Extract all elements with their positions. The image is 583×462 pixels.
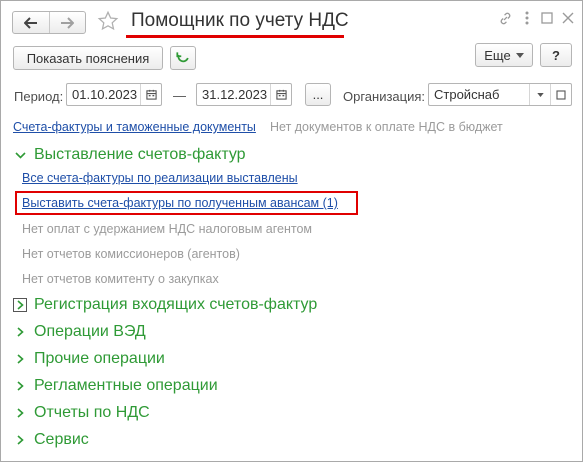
arrow-right-icon [61, 16, 75, 29]
issue-advances-link[interactable]: Выставить счета-фактуры по полученным ав… [22, 196, 338, 210]
date-from-field[interactable]: 01.10.2023 [66, 83, 162, 106]
section-other-operations[interactable]: Прочие операции [34, 350, 165, 368]
section-foreign-trade[interactable]: Операции ВЭД [34, 323, 146, 341]
chevron-right-icon[interactable] [13, 406, 27, 420]
refresh-icon [176, 52, 189, 63]
calendar-icon [275, 89, 287, 100]
calendar-button-to[interactable] [270, 84, 291, 105]
chevron-right-icon[interactable] [13, 352, 27, 366]
invoices-customs-link[interactable]: Счета-фактуры и таможенные документы [13, 120, 256, 134]
more-button[interactable]: Еще [475, 43, 533, 67]
all-issued-link[interactable]: Все счета-фактуры по реализации выставле… [22, 171, 298, 185]
chevron-right-icon[interactable] [13, 325, 27, 339]
period-label: Период: [14, 89, 64, 104]
page-title: Помощник по учету НДС [131, 10, 349, 31]
vat-assistant-window: Помощник по учету НДС Показать пояснения… [0, 0, 583, 462]
chevron-down-icon [515, 52, 524, 58]
chevron-right-icon[interactable] [13, 379, 27, 393]
organization-label: Организация: [343, 89, 426, 104]
back-button[interactable] [13, 12, 49, 33]
no-docs-budget-text: Нет документов к оплате НДС в бюджет [270, 120, 503, 134]
help-button[interactable]: ? [540, 43, 572, 67]
title-highlight-underline [126, 35, 344, 38]
calendar-button-from[interactable] [140, 84, 161, 105]
period-select-button[interactable]: ... [305, 83, 331, 106]
close-icon[interactable] [560, 10, 576, 26]
section-issuing-invoices[interactable]: Выставление счетов-фактур [34, 146, 246, 164]
refresh-button[interactable] [170, 46, 196, 70]
chevron-right-icon[interactable] [13, 298, 27, 312]
organization-dropdown-button[interactable] [529, 84, 550, 105]
navigation-buttons [12, 11, 86, 34]
chevron-right-icon[interactable] [13, 433, 27, 447]
organization-open-button[interactable] [550, 84, 571, 105]
star-outline-icon [97, 10, 119, 31]
organization-field[interactable]: Стройснаб [428, 83, 572, 106]
link-icon[interactable] [497, 10, 513, 26]
more-label: Еще [484, 47, 511, 63]
date-range-dash: — [173, 88, 186, 103]
calendar-icon [145, 89, 157, 100]
no-tax-agent-text: Нет оплат с удержанием НДС налоговым аге… [22, 222, 313, 236]
section-routine-operations[interactable]: Регламентные операции [34, 377, 218, 395]
favorite-button[interactable] [97, 10, 119, 32]
arrow-left-icon [23, 16, 37, 29]
date-to-value: 31.12.2023 [202, 87, 268, 102]
section-incoming-invoices[interactable]: Регистрация входящих счетов-фактур [34, 296, 317, 314]
no-principal-reports-text: Нет отчетов комитенту о закупках [22, 272, 219, 286]
show-explanations-button[interactable]: Показать пояснения [13, 46, 163, 70]
section-vat-reports[interactable]: Отчеты по НДС [34, 404, 150, 422]
chevron-down-icon[interactable] [13, 148, 27, 162]
section-service[interactable]: Сервис [34, 431, 89, 449]
kebab-icon[interactable] [519, 10, 535, 26]
no-commission-agents-text: Нет отчетов комиссионеров (агентов) [22, 247, 240, 261]
maximize-icon[interactable] [539, 10, 555, 26]
forward-button[interactable] [48, 12, 86, 33]
chevron-down-icon [536, 92, 544, 97]
date-from-value: 01.10.2023 [72, 87, 138, 102]
organization-value: Стройснаб [434, 87, 500, 102]
date-to-field[interactable]: 31.12.2023 [196, 83, 292, 106]
open-icon [556, 89, 566, 100]
